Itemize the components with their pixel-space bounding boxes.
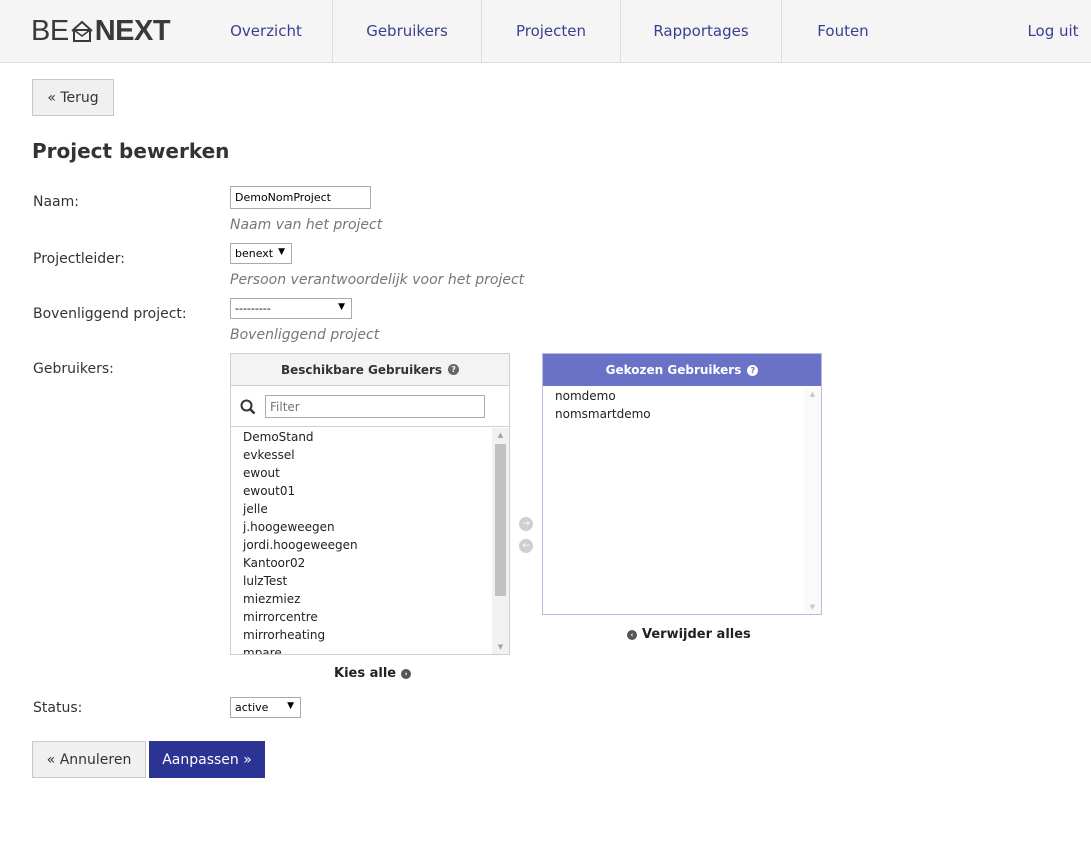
filter-bar (231, 387, 509, 427)
page-title: Project bewerken (32, 139, 230, 163)
list-item[interactable]: miezmiez (243, 590, 358, 608)
chevron-right-circle-icon: › (401, 668, 412, 679)
search-icon (240, 399, 256, 415)
list-item[interactable]: evkessel (243, 446, 358, 464)
dropdown-caret-icon: ▼ (287, 701, 294, 711)
chosen-users-panel: Gekozen Gebruikers ? nomdemo nomsmartdemo… (542, 353, 822, 615)
help-question-icon[interactable]: ? (448, 364, 460, 375)
logo-text-right: NEXT (94, 14, 171, 47)
list-item[interactable]: jelle (243, 500, 358, 518)
cancel-button[interactable]: « Annuleren (32, 741, 146, 778)
nav-overzicht[interactable]: Overzicht (200, 0, 332, 62)
list-item[interactable]: nomsmartdemo (555, 405, 651, 423)
nav-fouten[interactable]: Fouten (782, 0, 904, 62)
available-users-panel: Beschikbare Gebruikers ? DemoStandevkess… (230, 353, 510, 655)
scroll-up-icon[interactable]: ▲ (492, 431, 509, 439)
list-item[interactable]: jordi.hoogeweegen (243, 536, 358, 554)
scroll-down-icon[interactable]: ▼ (492, 643, 509, 651)
status-select[interactable]: active ▼ (230, 697, 301, 718)
list-item[interactable]: mirrorheating (243, 626, 358, 644)
move-left-icon[interactable]: ← (519, 539, 533, 553)
leader-help: Persoon verantwoordelijk voor het projec… (230, 272, 525, 288)
list-item[interactable]: ewout (243, 464, 358, 482)
move-right-icon[interactable]: → (519, 517, 533, 531)
name-help: Naam van het project (230, 217, 383, 233)
list-item[interactable]: j.hoogeweegen (243, 518, 358, 536)
logout-link[interactable]: Log uit (1020, 0, 1086, 62)
status-selected-value: active (235, 701, 269, 714)
parent-help: Bovenliggend project (230, 327, 380, 343)
chevron-left-circle-icon: ‹ (627, 629, 637, 640)
leader-selected-value: benext (235, 247, 274, 260)
scroll-up-icon[interactable]: ▲ (804, 390, 821, 398)
list-item[interactable]: lulzTest (243, 572, 358, 590)
top-navbar: BE NEXT Overzicht Gebruikers Projecten R… (0, 0, 1091, 63)
list-items: DemoStand evkessel ewout ewout01 jelle j.hoog… (243, 428, 358, 654)
leader-select[interactable]: benext ▼ (230, 243, 292, 264)
list-item[interactable]: nomdemo (555, 387, 651, 405)
available-users-header: Beschikbare Gebruikers ? (231, 354, 509, 386)
back-button[interactable]: « Terug (32, 79, 114, 116)
chosen-users-header: Gekozen Gebruikers ? (543, 354, 821, 386)
available-scrollbar[interactable]: ▲ ▼ (492, 428, 509, 654)
parent-label: Bovenliggend project: (33, 306, 187, 322)
available-users-title: Beschikbare Gebruikers (280, 362, 443, 377)
nav-rapportages[interactable]: Rapportages (621, 0, 781, 62)
help-question-icon[interactable]: ? (747, 364, 759, 376)
parent-select[interactable]: --------- ▼ (230, 298, 352, 319)
list-item[interactable]: ewout01 (243, 482, 358, 500)
submit-button[interactable]: Aanpassen » (149, 741, 265, 778)
parent-selected-value: --------- (235, 302, 271, 315)
status-label: Status: (33, 700, 83, 716)
remove-all-link[interactable]: ‹ Verwijder alles (627, 627, 751, 642)
scroll-thumb[interactable] (495, 444, 506, 596)
choose-all-label: Kies alle (334, 666, 397, 681)
dropdown-caret-icon: ▼ (278, 247, 285, 257)
chosen-scrollbar[interactable]: ▲ ▼ (804, 387, 821, 614)
list-items: nomdemo nomsmartdemo (555, 387, 651, 423)
list-item[interactable]: mirrorcentre (243, 608, 358, 626)
chosen-users-title: Gekozen Gebruikers (605, 363, 742, 377)
choose-all-link[interactable]: Kies alle › (334, 666, 412, 681)
leader-label: Projectleider: (33, 251, 126, 267)
nav-projecten[interactable]: Projecten (482, 0, 620, 62)
nav-gebruikers[interactable]: Gebruikers (333, 0, 481, 62)
name-input[interactable] (230, 186, 371, 209)
dropdown-caret-icon: ▼ (338, 302, 345, 312)
chosen-users-list[interactable]: nomdemo nomsmartdemo ▲ ▼ (543, 387, 821, 614)
name-label: Naam: (33, 194, 79, 210)
scroll-down-icon[interactable]: ▼ (804, 603, 821, 611)
remove-all-label: Verwijder alles (642, 627, 751, 642)
available-users-list[interactable]: DemoStand evkessel ewout ewout01 jelle j.hoog… (231, 428, 509, 654)
users-label: Gebruikers: (33, 361, 114, 377)
brand-logo[interactable]: BE NEXT (31, 14, 171, 47)
list-item[interactable]: mpare (243, 644, 358, 654)
list-item[interactable]: Kantoor02 (243, 554, 358, 572)
logo-text-left: BE (31, 14, 69, 47)
filter-input[interactable] (265, 395, 485, 418)
list-item[interactable]: DemoStand (243, 428, 358, 446)
house-envelope-icon (71, 20, 93, 42)
